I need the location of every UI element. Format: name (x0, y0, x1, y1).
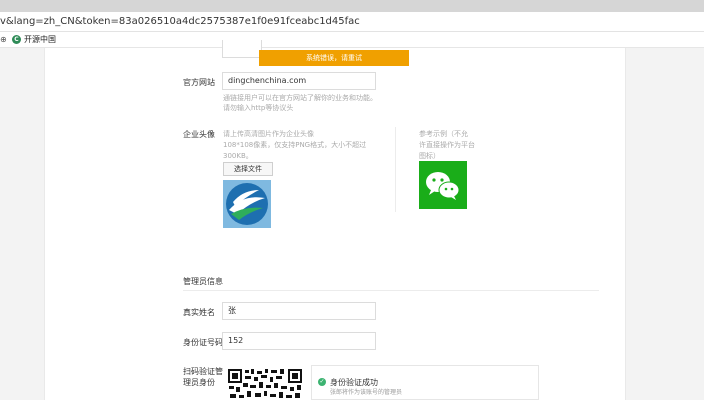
avatar-hint-2: 108*108像素，仅支持PNG格式，大小不超过 (223, 141, 367, 149)
url-text[interactable]: v&lang=zh_CN&token=83a026510a4dc2575387e… (0, 16, 360, 27)
real-name-label: 真实姓名 (183, 308, 215, 317)
bookmarks-bar: ⊕ C 开源中国 (0, 32, 704, 48)
id-number-input[interactable]: 152 (222, 332, 376, 350)
error-toast: 系统错误，请重试 (259, 50, 409, 66)
avatar-label: 企业头像 (183, 130, 215, 139)
website-hint-2: 请勿输入http等协议头 (223, 104, 294, 112)
avatar-hint-1: 请上传高清图片作为企业头像 (223, 130, 314, 138)
website-label: 官方网站 (183, 78, 215, 87)
previous-field-input[interactable] (222, 40, 262, 58)
choose-file-button[interactable]: 选择文件 (223, 162, 273, 176)
company-logo-image (223, 180, 271, 228)
id-number-label: 身份证号码 (183, 338, 223, 347)
example-hint-2: 许直接操作为平台 (419, 141, 475, 149)
success-check-icon: ✓ (318, 378, 326, 386)
verify-sub-text: 张郎将作为该账号的管理员 (330, 389, 403, 396)
admin-section-title: 管理员信息 (183, 277, 223, 286)
browser-top-strip (0, 0, 704, 12)
scan-label-1: 扫码验证管 (183, 367, 223, 376)
admin-section-divider (183, 290, 599, 291)
example-hint-1: 参考示例（不允 (419, 130, 468, 138)
oschina-icon[interactable]: C (12, 35, 21, 44)
qr-code-image[interactable] (227, 368, 303, 400)
avatar-divider (395, 127, 396, 212)
website-hint-1: 通链接用户可以在官方网站了解你的业务和功能。 (223, 94, 377, 102)
website-input[interactable]: dingchenchina.com (222, 72, 376, 90)
bookmark-oschina[interactable]: 开源中国 (24, 34, 56, 45)
address-bar[interactable]: v&lang=zh_CN&token=83a026510a4dc2575387e… (0, 12, 704, 32)
verify-success-text: 身份验证成功 (330, 378, 378, 387)
real-name-input[interactable]: 张 (222, 302, 376, 320)
wechat-example-icon (419, 161, 467, 209)
scan-label-2: 理员身份 (183, 378, 215, 387)
avatar-hint-3: 300KB。 (223, 152, 253, 160)
bookmark-apps-icon[interactable]: ⊕ (0, 35, 7, 44)
example-hint-3: 图标） (419, 152, 440, 160)
